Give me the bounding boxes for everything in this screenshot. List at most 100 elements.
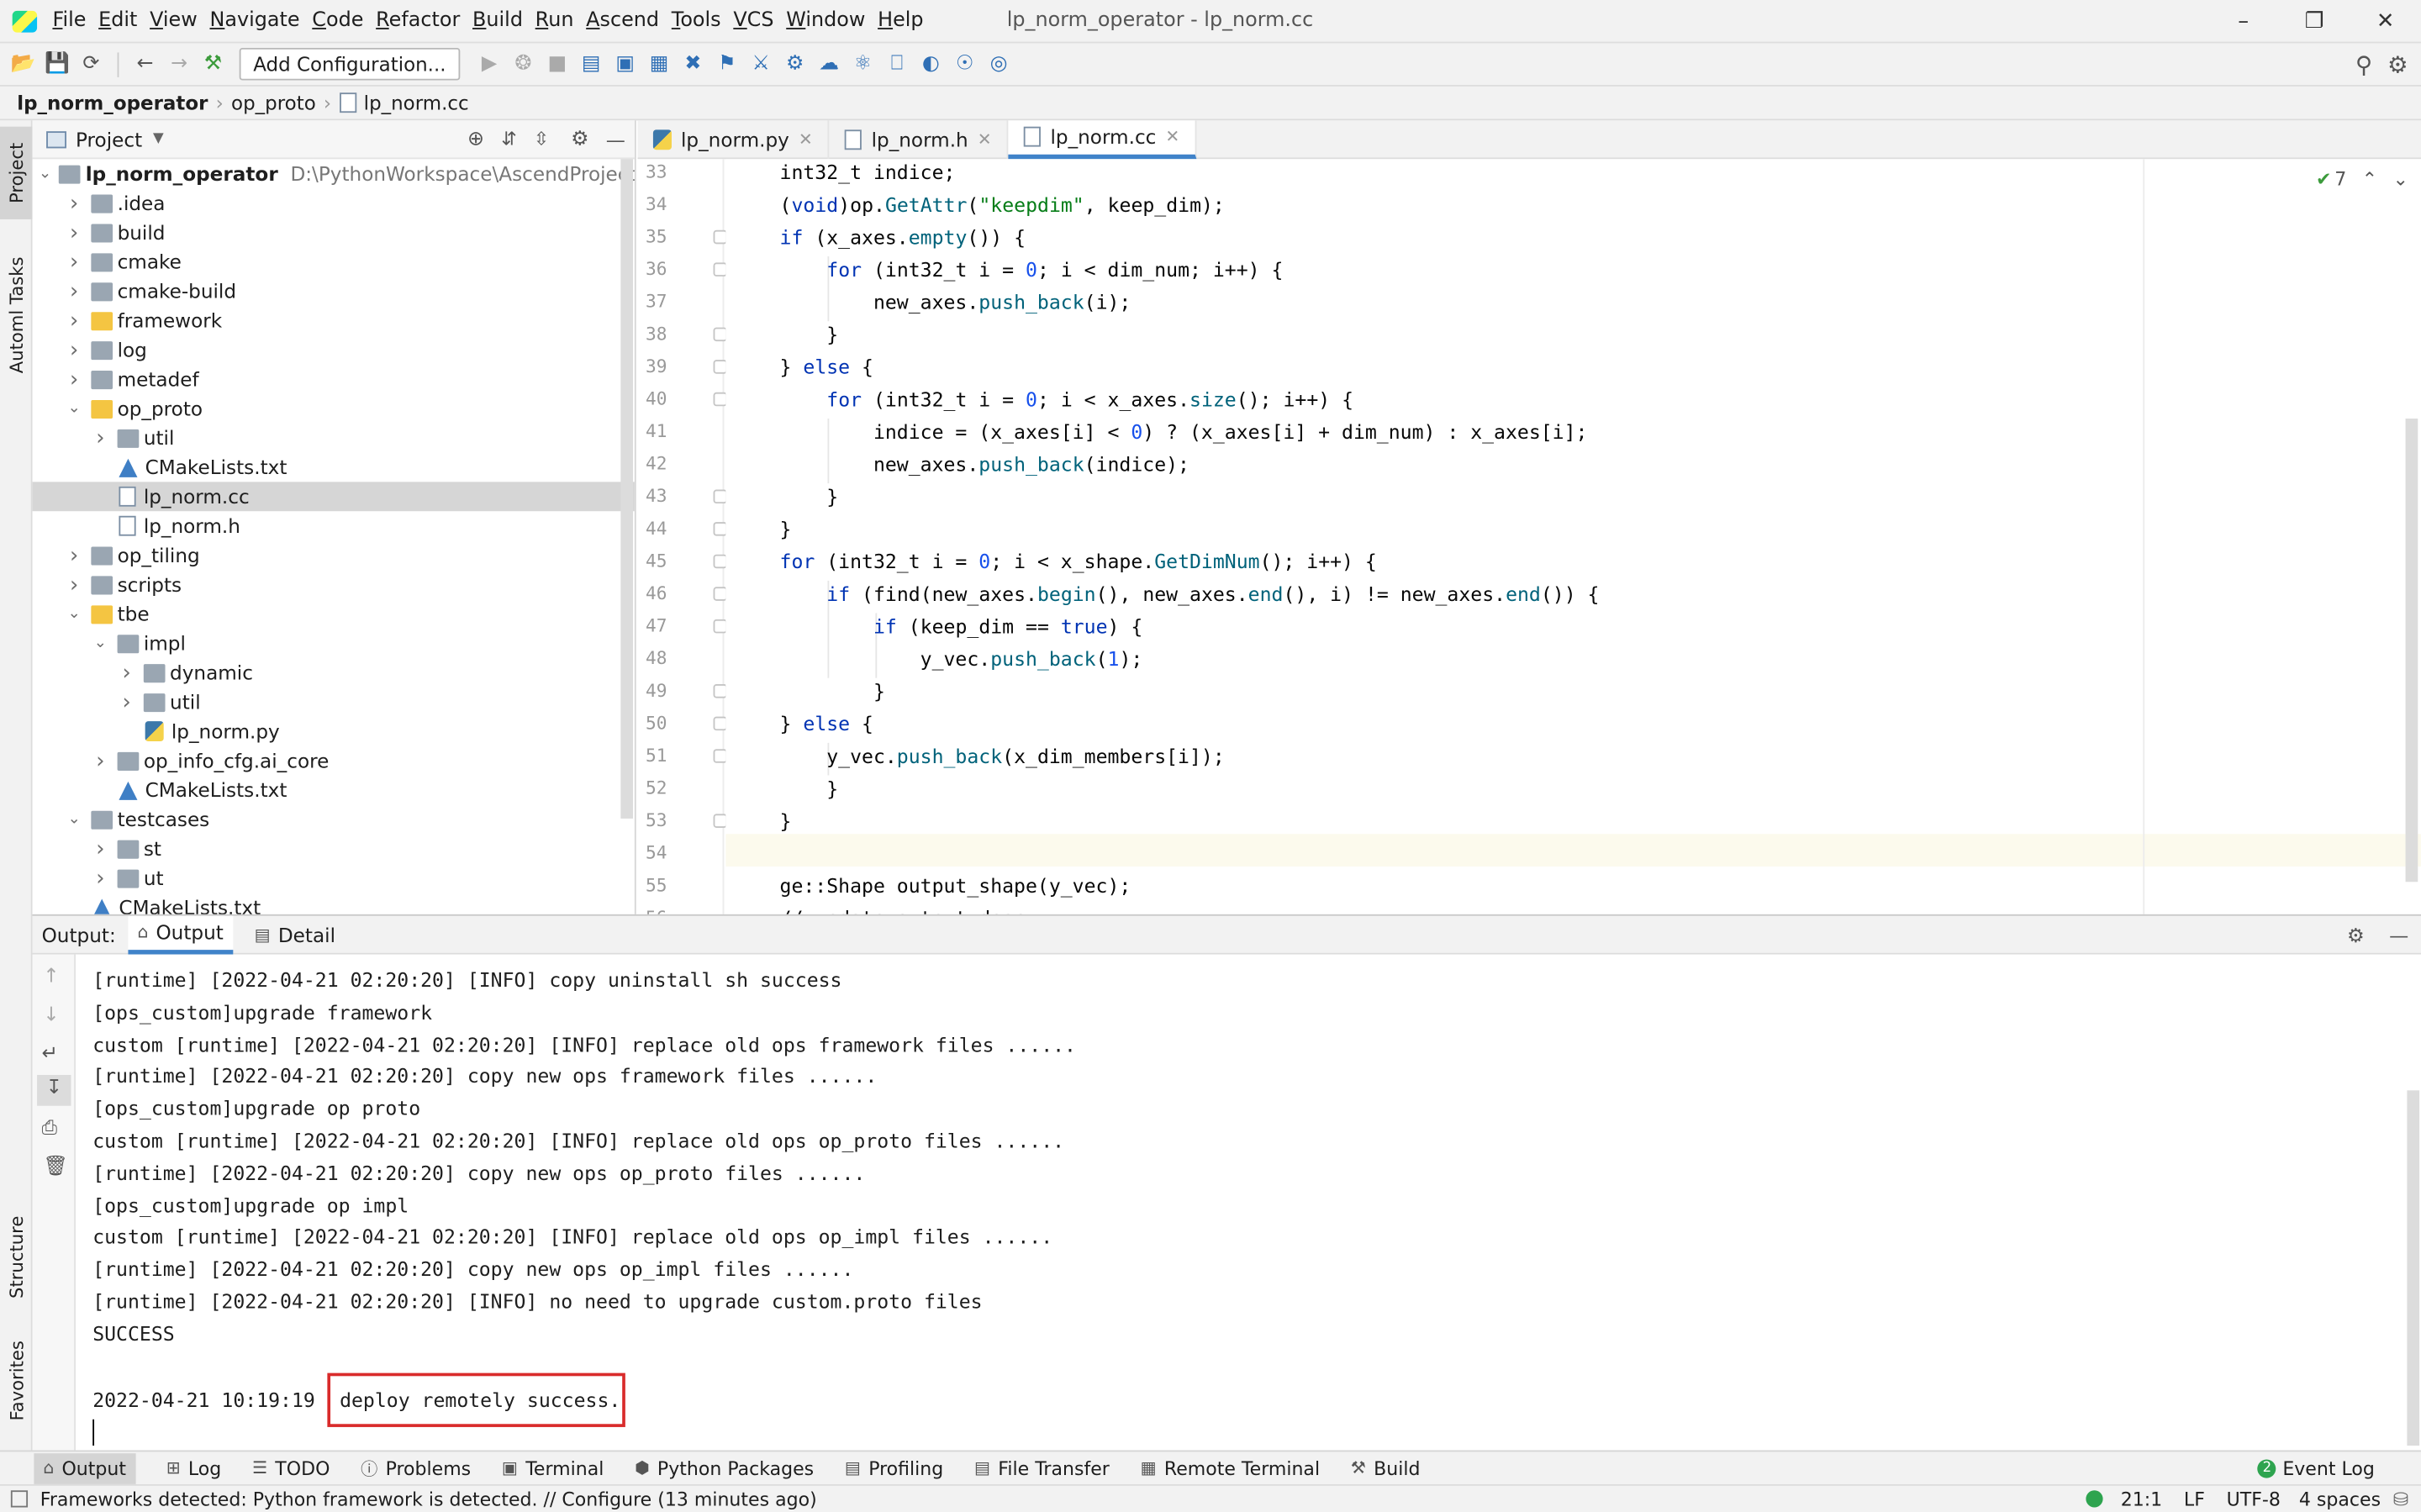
chevron-right-icon[interactable]: ›	[91, 866, 109, 890]
tree-item[interactable]: CMakeLists.txt	[33, 452, 635, 482]
debug-icon[interactable]: ❂	[506, 47, 540, 81]
add-configuration-button[interactable]: Add Configuration...	[239, 47, 461, 81]
tool-terminal[interactable]: ▣ Terminal	[502, 1457, 604, 1479]
tool-python-packages[interactable]: ⬢ Python Packages	[635, 1457, 814, 1479]
maximize-button[interactable]: ❐	[2279, 8, 2350, 33]
minimize-button[interactable]: –	[2207, 8, 2278, 33]
tree-root[interactable]: ⌄ lp_norm_operator D:\PythonWorkspace\As…	[33, 159, 635, 188]
tab-output[interactable]: ⌂ Output	[128, 914, 233, 954]
ascend-tool-5-icon[interactable]: ⚑	[710, 47, 744, 81]
tool-remote-terminal[interactable]: ▦ Remote Terminal	[1141, 1457, 1320, 1479]
tree-item[interactable]: › log	[33, 335, 635, 365]
menu-window[interactable]: Window	[786, 9, 865, 33]
chevron-down-icon[interactable]: ⌄	[39, 166, 51, 182]
chevron-right-icon[interactable]: ›	[65, 366, 83, 391]
clear-trash-icon[interactable]: 🗑	[43, 1154, 67, 1178]
menu-view[interactable]: View	[150, 9, 198, 33]
output-console[interactable]: 2022-04-21 10:19:19 deploy remotely succ…	[75, 954, 2421, 1451]
tree-item[interactable]: CMakeLists.txt	[33, 893, 635, 914]
soft-wrap-icon[interactable]: ↵	[42, 1041, 58, 1065]
output-settings-gear-icon[interactable]: ⚙	[2347, 923, 2365, 946]
menu-code[interactable]: Code	[312, 9, 363, 33]
tree-item[interactable]: › st	[33, 834, 635, 863]
close-button[interactable]: ✕	[2350, 8, 2420, 33]
breadcrumb-project[interactable]: lp_norm_operator	[17, 91, 208, 114]
menu-edit[interactable]: Edit	[98, 9, 137, 33]
panel-settings-gear-icon[interactable]: ⚙	[571, 128, 588, 151]
chevron-right-icon[interactable]: ›	[65, 191, 83, 215]
chevron-down-icon[interactable]: ⌄	[91, 635, 109, 651]
ascend-tool-10-icon[interactable]: ⎕	[880, 47, 914, 81]
tree-item[interactable]: › cmake	[33, 247, 635, 277]
tool-log[interactable]: ⊞ Log	[166, 1457, 221, 1479]
save-icon[interactable]: 💾	[40, 47, 74, 81]
tree-item[interactable]: › framework	[33, 306, 635, 335]
tree-item[interactable]: CMakeLists.txt	[33, 775, 635, 804]
menu-tools[interactable]: Tools	[672, 9, 721, 33]
menu-vcs[interactable]: VCS	[733, 9, 773, 33]
tree-item[interactable]: › ut	[33, 863, 635, 893]
tree-item[interactable]: › scripts	[33, 570, 635, 599]
file-encoding[interactable]: UTF-8	[2227, 1488, 2281, 1510]
scroll-to-end-icon[interactable]: ↧	[37, 1074, 71, 1106]
search-icon[interactable]: ⚲	[2347, 47, 2381, 81]
tab-lp-norm-h[interactable]: lp_norm.h ✕	[830, 119, 1009, 159]
tool-profiling[interactable]: ▤ Profiling	[845, 1457, 943, 1479]
locate-target-icon[interactable]: ⊕	[467, 128, 484, 151]
line-separator[interactable]: LF	[2184, 1488, 2205, 1510]
chevron-down-icon[interactable]: ⌄	[65, 811, 83, 828]
ascend-tool-8-icon[interactable]: ☁	[812, 47, 846, 81]
ascend-tool-11-icon[interactable]: ◐	[914, 47, 947, 81]
status-message[interactable]: Frameworks detected: Python framework is…	[40, 1488, 817, 1510]
structure-tool-tab[interactable]: Structure	[0, 1202, 33, 1313]
ascend-tool-9-icon[interactable]: ⚛	[846, 47, 879, 81]
tree-item[interactable]: › .idea	[33, 188, 635, 218]
tool-output[interactable]: ⌂ Output	[34, 1452, 136, 1484]
chevron-right-icon[interactable]: ›	[91, 748, 109, 772]
ascend-tool-7-icon[interactable]: ⚙	[778, 47, 811, 81]
stop-icon[interactable]: ■	[541, 47, 574, 81]
tab-detail[interactable]: ▤ Detail	[245, 915, 345, 954]
tool-file-transfer[interactable]: ▤ File Transfer	[974, 1457, 1110, 1479]
hide-panel-icon[interactable]: —	[606, 128, 625, 151]
print-icon[interactable]: ⎙	[42, 1115, 58, 1140]
settings-gear-icon[interactable]: ⚙	[2381, 47, 2414, 81]
favorites-tool-tab[interactable]: Favorites	[0, 1325, 33, 1436]
sync-icon[interactable]: ⟳	[74, 47, 108, 81]
lock-icon[interactable]: ⛁	[2393, 1488, 2408, 1510]
tree-item[interactable]: › cmake-build	[33, 277, 635, 306]
menu-ascend[interactable]: Ascend	[586, 9, 659, 33]
tree-scrollbar[interactable]	[620, 159, 634, 819]
tree-item[interactable]: › util	[33, 424, 635, 453]
close-tab-icon[interactable]: ✕	[799, 129, 813, 149]
tree-item[interactable]: › dynamic	[33, 658, 635, 688]
menu-navigate[interactable]: Navigate	[209, 9, 299, 33]
menu-help[interactable]: Help	[878, 9, 923, 33]
ascend-tool-2-icon[interactable]: ▣	[608, 47, 641, 81]
tree-item[interactable]: lp_norm.py	[33, 717, 635, 746]
tree-item[interactable]: lp_norm.h	[33, 511, 635, 540]
tree-item[interactable]: ⌄ op_proto	[33, 394, 635, 424]
ascend-tool-13-icon[interactable]: ◎	[982, 47, 1015, 81]
chevron-down-icon[interactable]: ⌄	[65, 400, 83, 417]
scroll-up-icon[interactable]: ↑	[43, 964, 59, 988]
indent-setting[interactable]: 4 spaces	[2299, 1488, 2381, 1510]
tab-lp-norm-cc[interactable]: lp_norm.cc ✕	[1008, 119, 1197, 159]
tree-item[interactable]: ⌄ impl	[33, 629, 635, 658]
forward-arrow-icon[interactable]: →	[162, 47, 196, 81]
ascend-tool-3-icon[interactable]: ▦	[642, 47, 676, 81]
tool-build[interactable]: ⚒ Build	[1351, 1457, 1421, 1479]
tree-item[interactable]: ⌄ tbe	[33, 599, 635, 629]
chevron-right-icon[interactable]: ›	[118, 689, 136, 714]
ascend-tool-4-icon[interactable]: ✖	[676, 47, 709, 81]
output-scrollbar[interactable]	[2407, 1090, 2420, 1446]
chevron-right-icon[interactable]: ›	[65, 543, 83, 567]
ascend-tool-6-icon[interactable]: ⚔	[744, 47, 778, 81]
hide-output-icon[interactable]: —	[2389, 923, 2408, 946]
chevron-right-icon[interactable]: ›	[65, 308, 83, 333]
menu-run[interactable]: Run	[535, 9, 574, 33]
chevron-right-icon[interactable]: ›	[118, 661, 136, 685]
breadcrumb-folder[interactable]: op_proto	[231, 91, 316, 114]
chevron-right-icon[interactable]: ›	[65, 572, 83, 597]
tree-item[interactable]: › util	[33, 688, 635, 717]
